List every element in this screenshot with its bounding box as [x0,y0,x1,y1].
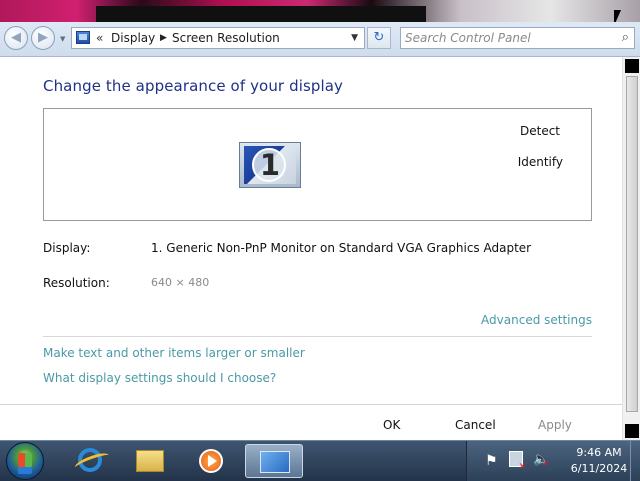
identify-button[interactable]: Identify [518,155,563,169]
taskbar-internet-explorer[interactable] [70,444,110,478]
breadcrumb-screen-resolution[interactable]: Screen Resolution [172,28,280,48]
monitor-number: 1 [259,148,281,182]
clock-time[interactable]: 9:46 AM [569,446,629,459]
internet-explorer-icon [78,448,102,472]
breadcrumb-separator-icon[interactable]: ▶ [160,28,167,48]
notification-area: ⚑ 🔈 ✕ 9:46 AM 6/11/2024 [466,441,640,481]
page-title: Change the appearance of your display [43,77,344,95]
network-icon[interactable] [509,451,526,472]
search-icon[interactable]: ⌕ [622,30,629,45]
search-input[interactable] [405,30,610,46]
screen-resolution-panel: Change the appearance of your display 1 … [0,57,622,440]
text-size-link[interactable]: Make text and other items larger or smal… [43,346,305,360]
taskbar-windows-explorer[interactable] [130,444,170,478]
search-box[interactable]: ⌕ [400,27,635,49]
volume-muted-icon: ✕ [542,459,549,468]
forward-button[interactable]: ▶ [31,26,55,50]
display-label: Display: [43,241,91,255]
window-title-bar [96,6,426,22]
resolution-select[interactable]: 640 × 480 [151,276,209,289]
cancel-button[interactable]: Cancel [455,418,496,432]
footer-divider [0,404,622,405]
vertical-scrollbar[interactable] [622,57,640,440]
display-settings-help-link[interactable]: What display settings should I choose? [43,371,276,385]
resolution-label: Resolution: [43,276,110,290]
detect-button[interactable]: Detect [520,124,560,138]
back-arrow-icon: ◀ [11,30,21,45]
ok-button[interactable]: OK [383,418,400,432]
desktop-wallpaper [0,0,640,22]
control-panel-icon [76,31,90,44]
windows-explorer-folder-icon [136,450,164,472]
taskbar: ⚑ 🔈 ✕ 9:46 AM 6/11/2024 [0,440,640,481]
scroll-up-button[interactable] [625,59,639,73]
media-player-icon [199,449,223,473]
scroll-thumb[interactable] [626,76,638,412]
address-dropdown-icon[interactable]: ▼ [351,28,358,48]
clock-date[interactable]: 6/11/2024 [565,462,633,475]
refresh-button[interactable]: ↻ [367,27,391,49]
breadcrumb-overflow-chevron[interactable]: « [96,28,103,48]
show-desktop-button[interactable] [630,441,640,481]
recent-pages-dropdown-icon[interactable]: ▼ [60,35,65,43]
taskbar-display-settings[interactable] [245,444,303,478]
back-button[interactable]: ◀ [4,26,28,50]
monitor-arrangement-area: 1 Detect Identify [43,108,592,221]
navigation-bar: ◀ ▶ ▼ « Display ▶ Screen Resolution ▼ ↻ … [0,22,640,57]
display-select[interactable]: 1. Generic Non-PnP Monitor on Standard V… [151,241,531,255]
apply-button[interactable]: Apply [538,418,572,432]
forward-arrow-icon: ▶ [38,30,48,45]
display-settings-icon [260,451,290,473]
monitor-screen: 1 [244,146,296,184]
taskbar-media-player[interactable] [190,444,230,478]
divider [43,336,592,337]
windows-start-orb-icon[interactable] [6,442,44,480]
breadcrumb-display[interactable]: Display [111,28,155,48]
address-bar[interactable]: « Display ▶ Screen Resolution ▼ [71,27,365,49]
monitor-1-tile[interactable]: 1 [239,142,301,188]
scroll-down-button[interactable] [625,424,639,438]
advanced-settings-link[interactable]: Advanced settings [481,313,592,327]
refresh-icon: ↻ [373,30,385,45]
action-center-flag-icon[interactable]: ⚑ [485,453,498,469]
